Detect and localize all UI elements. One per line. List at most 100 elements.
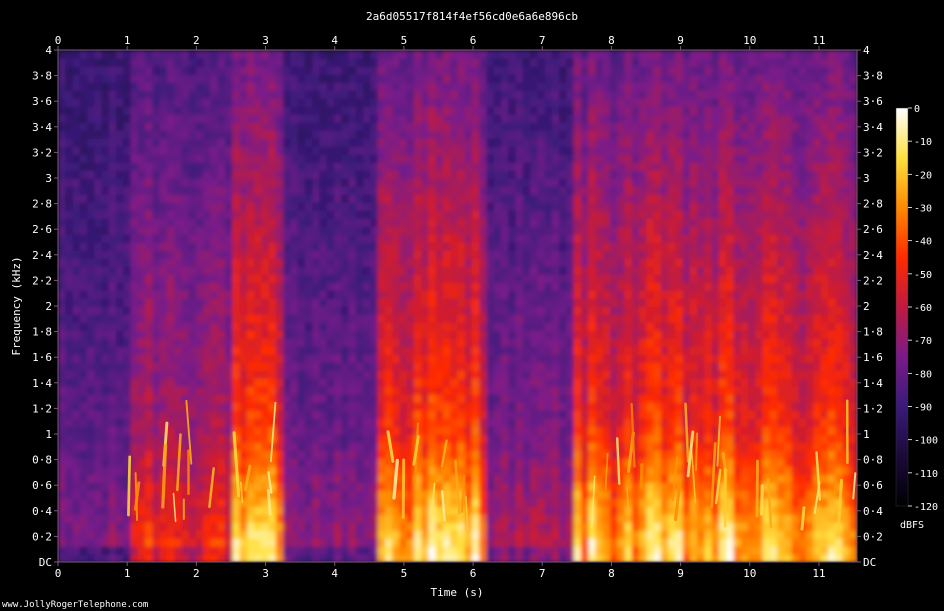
heatmap-cell bbox=[493, 146, 502, 155]
heatmap-cell bbox=[319, 122, 328, 131]
heatmap-cell bbox=[435, 482, 444, 491]
heatmap-cell bbox=[188, 490, 197, 499]
heatmap-cell bbox=[486, 290, 495, 299]
heatmap-cell bbox=[326, 218, 335, 227]
heatmap-cell bbox=[522, 154, 531, 163]
heatmap-cell bbox=[508, 154, 517, 163]
heatmap-cell bbox=[304, 234, 314, 243]
heatmap-cell bbox=[610, 226, 619, 235]
heatmap-cell bbox=[275, 290, 284, 299]
heatmap-cell bbox=[159, 306, 168, 315]
heatmap-cell bbox=[544, 506, 553, 515]
heatmap-cell bbox=[116, 154, 125, 163]
heatmap-cell bbox=[428, 338, 437, 347]
heatmap-cell bbox=[617, 82, 626, 91]
heatmap-cell bbox=[617, 386, 626, 395]
heatmap-cell bbox=[522, 338, 531, 347]
heatmap-cell bbox=[355, 202, 364, 211]
heatmap-cell bbox=[588, 154, 597, 163]
heatmap-cell bbox=[130, 522, 139, 531]
heatmap-cell bbox=[239, 234, 248, 243]
heatmap-cell bbox=[181, 370, 190, 379]
heatmap-cell bbox=[399, 250, 408, 259]
heatmap-cell bbox=[101, 306, 110, 315]
heatmap-cell bbox=[493, 258, 502, 267]
heatmap-cell bbox=[384, 186, 393, 195]
heatmap-cell bbox=[326, 450, 335, 459]
heatmap-cell bbox=[87, 58, 96, 67]
heatmap-cell bbox=[464, 298, 473, 307]
heatmap-cell bbox=[515, 154, 524, 163]
heatmap-cell bbox=[319, 346, 328, 355]
heatmap-cell bbox=[442, 202, 452, 211]
heatmap-cell bbox=[130, 186, 139, 195]
heatmap-cell bbox=[464, 458, 473, 467]
heatmap-cell bbox=[442, 290, 452, 299]
heatmap-cell bbox=[283, 170, 292, 179]
heatmap-cell bbox=[479, 106, 488, 115]
heatmap-cell bbox=[355, 298, 364, 307]
heatmap-cell bbox=[196, 186, 205, 195]
heatmap-cell bbox=[312, 170, 321, 179]
heatmap-cell bbox=[326, 234, 335, 243]
heatmap-cell bbox=[348, 250, 357, 259]
heatmap-cell bbox=[334, 482, 343, 491]
heatmap-cell bbox=[551, 282, 560, 291]
heatmap-cell bbox=[304, 522, 314, 531]
heatmap-cell bbox=[297, 234, 306, 243]
heatmap-cell bbox=[94, 282, 103, 291]
heatmap-cell bbox=[254, 234, 263, 243]
heatmap-cell bbox=[275, 186, 284, 195]
heatmap-cell bbox=[428, 226, 437, 235]
heatmap-cell bbox=[377, 546, 386, 555]
heatmap-cell bbox=[472, 418, 481, 427]
heatmap-cell bbox=[203, 50, 212, 59]
heatmap-cell bbox=[493, 178, 502, 187]
heatmap-cell bbox=[588, 170, 597, 179]
heatmap-cell bbox=[239, 354, 248, 363]
heatmap-cell bbox=[196, 58, 205, 67]
heatmap-cell bbox=[319, 370, 328, 379]
heatmap-cell bbox=[326, 298, 335, 307]
heatmap-cell bbox=[493, 58, 502, 67]
heatmap-cell bbox=[312, 338, 321, 347]
heatmap-cell bbox=[116, 530, 125, 539]
heatmap-cell bbox=[326, 426, 335, 435]
heatmap-cell bbox=[232, 330, 241, 339]
heatmap-cell bbox=[515, 122, 524, 131]
heatmap-cell bbox=[442, 266, 452, 275]
heatmap-cell bbox=[595, 138, 604, 147]
heatmap-cell bbox=[94, 202, 103, 211]
heatmap-cell bbox=[472, 226, 481, 235]
heatmap-cell bbox=[515, 250, 524, 259]
heatmap-cell bbox=[610, 66, 619, 75]
heatmap-cell bbox=[508, 58, 517, 67]
heatmap-cell bbox=[166, 546, 176, 555]
heatmap-cell bbox=[537, 554, 546, 562]
heatmap-cell bbox=[472, 202, 481, 211]
heatmap-cell bbox=[225, 106, 234, 115]
heatmap-cell bbox=[108, 410, 117, 419]
heatmap-cell bbox=[428, 434, 437, 443]
heatmap-cell bbox=[217, 218, 226, 227]
heatmap-cell bbox=[326, 386, 335, 395]
heatmap-cell bbox=[319, 402, 328, 411]
heatmap-cell bbox=[319, 226, 328, 235]
heatmap-cell bbox=[152, 146, 161, 155]
heatmap-cell bbox=[413, 322, 422, 331]
heatmap-cell bbox=[530, 266, 539, 275]
heatmap-cell bbox=[384, 530, 393, 539]
heatmap-cell bbox=[101, 498, 110, 507]
heatmap-cell bbox=[515, 410, 524, 419]
heatmap-cell bbox=[588, 234, 597, 243]
heatmap-cell bbox=[101, 98, 110, 107]
heatmap-cell bbox=[101, 162, 110, 171]
heatmap-cell bbox=[341, 338, 350, 347]
heatmap-cell bbox=[326, 242, 335, 251]
heatmap-cell bbox=[268, 450, 277, 459]
heatmap-cell bbox=[413, 338, 422, 347]
heatmap-cell bbox=[421, 130, 430, 139]
heatmap-cell bbox=[254, 162, 263, 171]
heatmap-cell bbox=[72, 450, 81, 459]
heatmap-cell bbox=[210, 314, 219, 323]
